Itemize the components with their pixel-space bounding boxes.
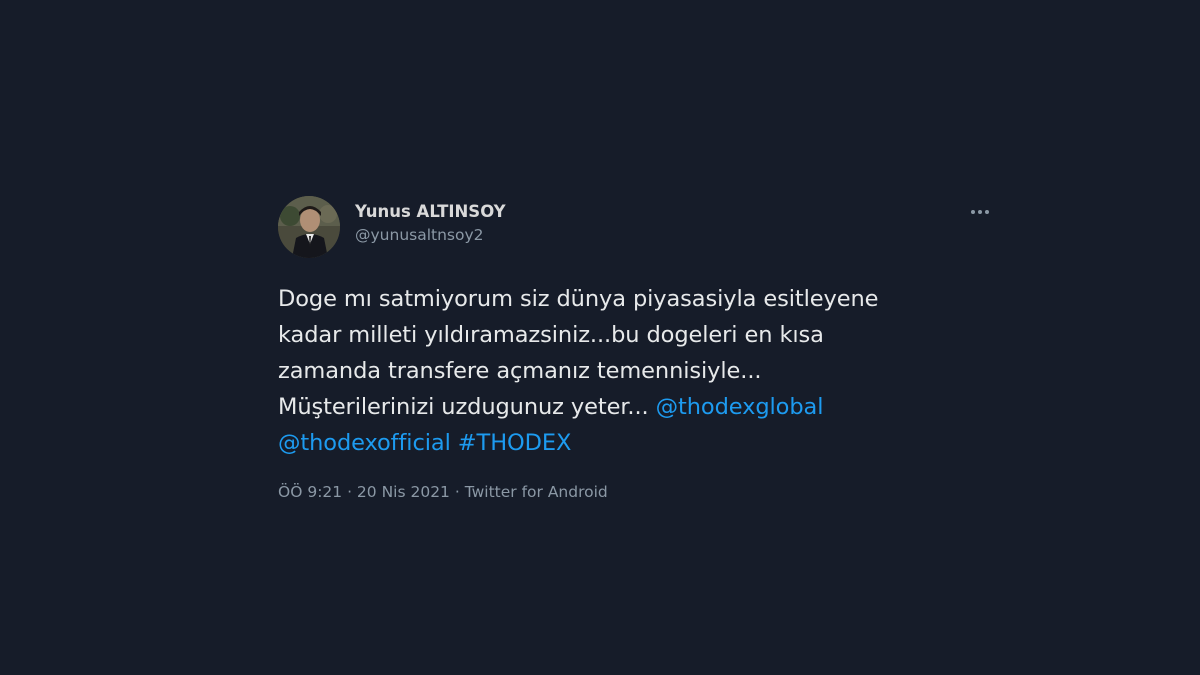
tweet-text-line: @thodexofficial #THODEX [278,425,998,461]
author-display-name[interactable]: Yunus ALTINSOY [355,202,506,222]
mention-link-thodexofficial[interactable]: @thodexofficial [278,430,451,456]
meta-separator: · [449,483,465,501]
tweet-text: Doge mı satmiyorum siz dünya piyasasiyla… [278,281,998,461]
avatar[interactable] [278,196,340,258]
avatar-image [278,196,340,258]
tweet-date[interactable]: 20 Nis 2021 [357,483,450,501]
author-handle[interactable]: @yunusaltnsoy2 [355,225,506,245]
tweet-meta: ÖÖ 9:21 · 20 Nis 2021 · Twitter for Andr… [278,482,998,502]
author-info: Yunus ALTINSOY @yunusaltnsoy2 [355,202,506,245]
meta-separator: · [342,483,357,501]
more-dot [978,210,982,214]
tweet-header: Yunus ALTINSOY @yunusaltnsoy2 [278,196,998,260]
tweet-text-line: zamanda transfere açmanız temennisiyle..… [278,358,762,384]
more-horizontal-icon[interactable] [966,204,994,220]
mention-link-thodexglobal[interactable]: @thodexglobal [656,394,824,420]
more-dot [971,210,975,214]
tweet-text-line: Müşterilerinizi uzdugunuz yeter... @thod… [278,389,998,425]
tweet-time[interactable]: ÖÖ 9:21 [278,483,342,501]
hashtag-link-thodex[interactable]: #THODEX [458,430,572,456]
tweet-text-line: kadar milleti yıldıramazsiniz...bu dogel… [278,322,824,348]
tweet-text-line: Doge mı satmiyorum siz dünya piyasasiyla… [278,286,879,312]
more-dot [985,210,989,214]
tweet-text-fragment: Müşterilerinizi uzdugunuz yeter... [278,394,656,420]
tweet-card: Yunus ALTINSOY @yunusaltnsoy2 Doge mı sa… [278,196,998,502]
tweet-source[interactable]: Twitter for Android [465,483,608,501]
